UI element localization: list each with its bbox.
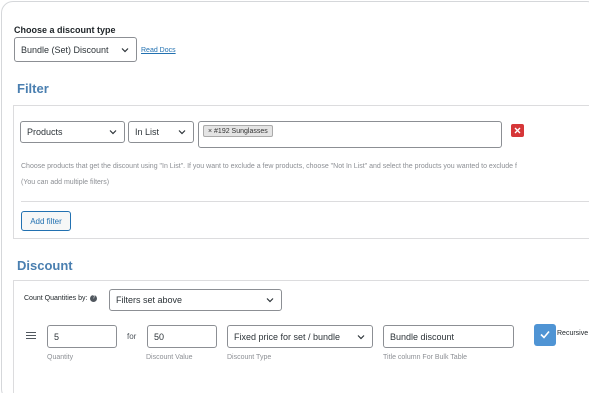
discount-type-label: Choose a discount type	[14, 25, 116, 35]
selected-product-tag[interactable]: × #192 Sunglasses	[203, 125, 273, 137]
quantity-label: Quantity	[47, 354, 74, 361]
discount-type-row-value: Fixed price for set / bundle	[234, 331, 341, 342]
for-text: for	[127, 332, 137, 341]
chevron-down-icon	[356, 332, 366, 342]
remove-filter-button[interactable]	[511, 124, 524, 137]
filter-method-value: In List	[135, 127, 160, 137]
discount-type-row-label: Discount Type	[227, 354, 272, 361]
read-docs-link[interactable]: Read Docs	[141, 47, 176, 54]
filter-help-note: (You can add multiple filters)	[21, 179, 110, 186]
count-quantities-label: Count Quantities by: ?	[24, 295, 98, 302]
drag-handle-icon[interactable]	[26, 332, 36, 340]
count-quantities-value: Filters set above	[116, 295, 183, 305]
chevron-down-icon	[120, 45, 130, 55]
checkmark-icon	[540, 330, 550, 339]
discount-type-value: Bundle (Set) Discount	[21, 44, 109, 55]
discount-type-select[interactable]: Bundle (Set) Discount	[14, 37, 137, 62]
chevron-down-icon	[265, 295, 275, 305]
chevron-down-icon	[108, 127, 118, 137]
discount-type-row-select[interactable]: Fixed price for set / bundle	[227, 325, 373, 348]
filter-help-text: Choose products that get the discount us…	[21, 163, 517, 170]
recursive-checkbox[interactable]	[534, 324, 556, 346]
filter-value-multiselect[interactable]: × #192 Sunglasses	[198, 121, 502, 148]
discount-value-label: Discount Value	[146, 354, 193, 361]
filter-section-title: Filter	[17, 81, 49, 96]
quantity-input[interactable]: 5	[47, 325, 117, 348]
bulk-title-input[interactable]: Bundle discount	[383, 325, 514, 348]
help-icon[interactable]: ?	[90, 295, 98, 302]
recursive-label: Recursive	[557, 330, 589, 337]
chevron-down-icon	[177, 127, 187, 137]
discount-value-input[interactable]: 50	[147, 325, 217, 348]
filter-type-value: Products	[27, 127, 63, 137]
add-filter-button[interactable]: Add filter	[21, 211, 71, 231]
filter-method-select[interactable]: In List	[128, 121, 194, 143]
count-quantities-select[interactable]: Filters set above	[109, 289, 282, 311]
discount-section-title: Discount	[17, 258, 73, 273]
filter-type-select[interactable]: Products	[20, 121, 125, 143]
count-quantities-text: Count Quantities by:	[24, 295, 88, 302]
divider	[21, 201, 589, 202]
close-icon	[514, 127, 521, 134]
bulk-title-label: Title column For Bulk Table	[383, 354, 468, 361]
